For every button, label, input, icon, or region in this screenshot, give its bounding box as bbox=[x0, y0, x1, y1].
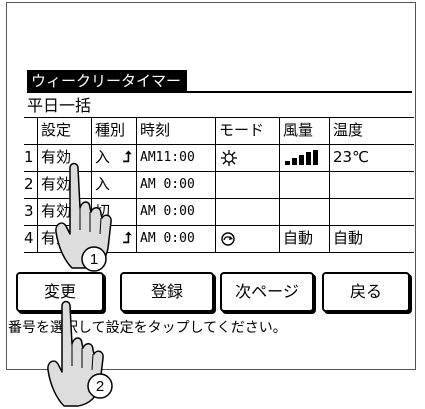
step-2-marker: 2 bbox=[87, 373, 113, 399]
row-fan[interactable] bbox=[279, 172, 329, 198]
row-temp[interactable]: 自動 bbox=[329, 226, 414, 252]
row-time[interactable]: AM 0:00 bbox=[136, 172, 215, 198]
row-mode[interactable] bbox=[215, 199, 279, 225]
row-number[interactable]: 2 bbox=[24, 172, 37, 198]
row-temp[interactable]: 23℃ bbox=[329, 145, 414, 171]
header-temp: 温度 bbox=[329, 118, 414, 144]
row-time[interactable]: AM 0:00 bbox=[136, 226, 215, 252]
back-button[interactable]: 戻る bbox=[322, 272, 410, 312]
header-fan: 風量 bbox=[279, 118, 329, 144]
header-mode: モード bbox=[215, 118, 279, 144]
next-page-button[interactable]: 次ページ bbox=[220, 272, 314, 312]
row-time[interactable]: AM 0:00 bbox=[136, 199, 215, 225]
row-temp[interactable] bbox=[329, 172, 414, 198]
screen-title: ウィークリータイマー bbox=[27, 70, 188, 92]
fan-bars-icon bbox=[285, 149, 318, 165]
step-1-marker: 1 bbox=[81, 246, 107, 272]
row-number[interactable]: 3 bbox=[24, 199, 37, 225]
header-setting: 設定 bbox=[37, 118, 91, 144]
row-mode[interactable] bbox=[215, 145, 279, 171]
row-time[interactable]: AM11:00 bbox=[136, 145, 215, 171]
screen-subtitle: 平日一括 bbox=[27, 96, 92, 115]
row-mode[interactable] bbox=[215, 172, 279, 198]
header-time: 時刻 bbox=[136, 118, 215, 144]
header-no bbox=[24, 118, 37, 144]
row-fan[interactable]: 自動 bbox=[279, 226, 329, 252]
on-arrow-icon: ⮥ bbox=[123, 148, 132, 166]
row-number[interactable]: 1 bbox=[24, 145, 37, 171]
row-mode[interactable] bbox=[215, 226, 279, 252]
row-fan[interactable] bbox=[279, 199, 329, 225]
title-divider bbox=[27, 91, 412, 93]
register-button[interactable]: 登録 bbox=[120, 272, 214, 312]
sun-icon bbox=[221, 149, 237, 166]
row-number[interactable]: 4 bbox=[24, 226, 37, 252]
step-1-label: 1 bbox=[90, 251, 98, 268]
cycle-icon bbox=[221, 231, 235, 246]
row-temp[interactable] bbox=[329, 199, 414, 225]
step-2-label: 2 bbox=[96, 378, 104, 395]
on-arrow-icon: ⮥ bbox=[123, 229, 132, 247]
header-type: 種別 bbox=[91, 118, 136, 144]
row-fan[interactable] bbox=[279, 145, 329, 171]
table-header-row: 設定 種別 時刻 モード 風量 温度 bbox=[24, 117, 414, 144]
